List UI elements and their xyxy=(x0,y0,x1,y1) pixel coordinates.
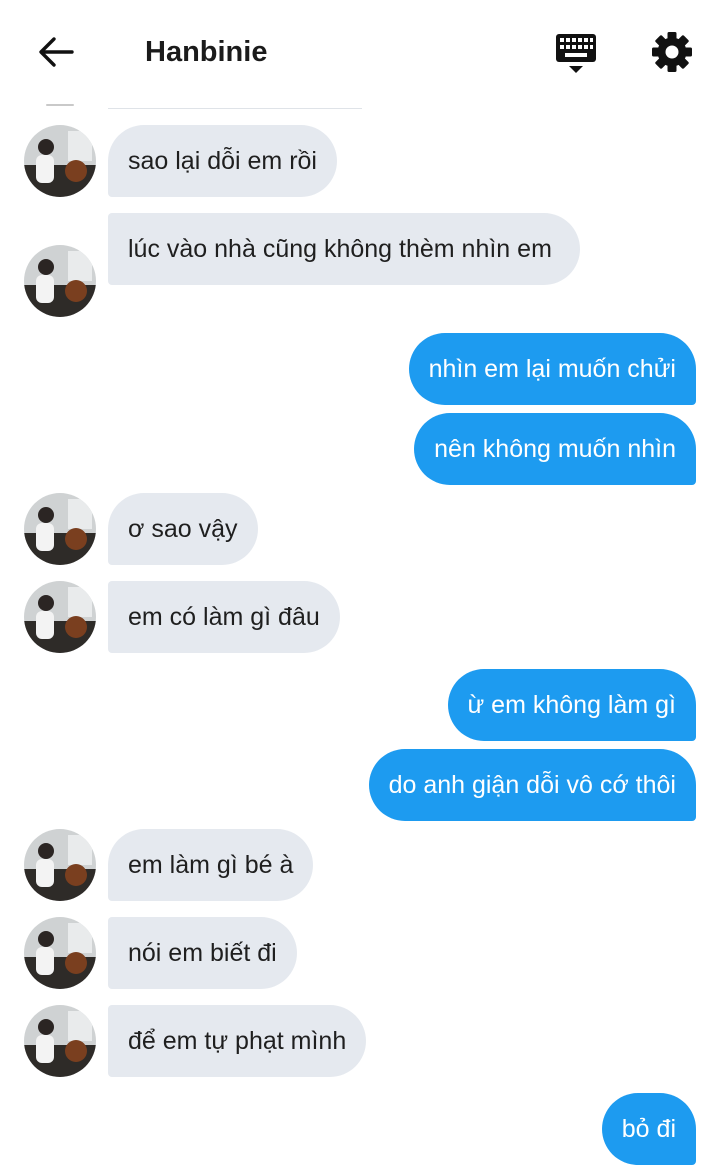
arrow-left-icon xyxy=(39,37,74,67)
message-bubble: bỏ đi xyxy=(601,1093,696,1165)
keyboard-button[interactable] xyxy=(553,30,599,76)
message-bubble: ơ sao vậy xyxy=(108,493,258,565)
avatar[interactable] xyxy=(24,581,96,653)
message-bubble: ừ em không làm gì xyxy=(447,669,696,741)
avatar[interactable] xyxy=(24,125,96,197)
message-bubble: sao lại dỗi em rồi xyxy=(108,125,337,197)
message-bubble: nói em biết đi xyxy=(108,917,297,989)
conversation-title: Hanbinie xyxy=(145,36,268,68)
conversation-header: Hanbinie xyxy=(0,0,720,104)
message-bubble: em làm gì bé à xyxy=(108,829,314,901)
message-bubble: em có làm gì đâu xyxy=(108,581,340,653)
avatar[interactable] xyxy=(24,829,96,901)
chat-thread: sao lại dỗi em rồi lúc vào nhà cũng khôn… xyxy=(0,0,720,1172)
avatar[interactable] xyxy=(24,245,96,317)
message-bubble: nên không muốn nhìn xyxy=(414,413,696,485)
message-bubble: nhìn em lại muốn chửi xyxy=(408,333,696,405)
back-button[interactable] xyxy=(36,32,76,72)
message-bubble: để em tự phạt mình xyxy=(108,1005,367,1077)
message-bubble: do anh giận dỗi vô cớ thôi xyxy=(368,749,696,821)
avatar[interactable] xyxy=(24,493,96,565)
gear-icon xyxy=(652,32,692,72)
avatar[interactable] xyxy=(24,917,96,989)
settings-button[interactable] xyxy=(649,29,695,75)
keyboard-icon xyxy=(556,34,596,73)
message-bubble: lúc vào nhà cũng không thèm nhìn em xyxy=(108,213,580,285)
avatar[interactable] xyxy=(24,1005,96,1077)
